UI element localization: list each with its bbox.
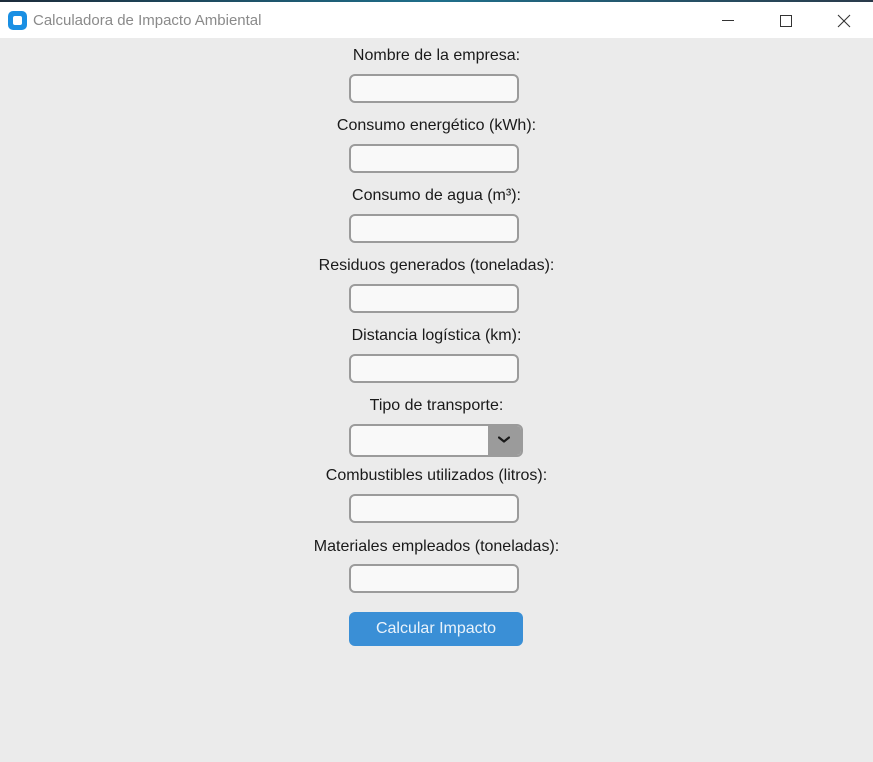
transport-dropdown-button[interactable] xyxy=(488,426,521,455)
energy-consumption-input[interactable] xyxy=(349,144,519,173)
fuel-used-label: Combustibles utilizados (litros): xyxy=(325,467,548,484)
company-name-input[interactable] xyxy=(349,74,519,103)
company-name-label: Nombre de la empresa: xyxy=(352,47,521,64)
chevron-down-icon xyxy=(498,436,510,443)
app-window: Calculadora de Impacto Ambiental Nombre … xyxy=(0,0,873,762)
minimize-icon xyxy=(722,20,734,21)
logistics-distance-label: Distancia logística (km): xyxy=(351,327,522,344)
maximize-button[interactable] xyxy=(756,4,814,38)
title-bar[interactable]: Calculadora de Impacto Ambiental xyxy=(0,2,873,38)
water-consumption-input[interactable] xyxy=(349,214,519,243)
app-icon xyxy=(8,11,27,30)
logistics-distance-input[interactable] xyxy=(349,354,519,383)
water-consumption-label: Consumo de agua (m³): xyxy=(352,187,521,204)
close-button[interactable] xyxy=(815,4,873,38)
transport-type-label: Tipo de transporte: xyxy=(369,397,504,414)
calculate-impact-button[interactable]: Calcular Impacto xyxy=(349,612,523,646)
minimize-button[interactable] xyxy=(698,4,756,38)
energy-consumption-label: Consumo energético (kWh): xyxy=(336,117,537,134)
fuel-used-input[interactable] xyxy=(349,494,519,523)
materials-used-label: Materiales empleados (toneladas): xyxy=(313,538,560,555)
window-title: Calculadora de Impacto Ambiental xyxy=(33,12,262,29)
close-icon xyxy=(837,14,851,28)
materials-used-input[interactable] xyxy=(349,564,519,593)
maximize-icon xyxy=(780,15,792,27)
waste-generated-label: Residuos generados (toneladas): xyxy=(318,257,555,274)
waste-generated-input[interactable] xyxy=(349,284,519,313)
transport-type-select[interactable] xyxy=(349,424,523,457)
form-panel: Nombre de la empresa: Consumo energético… xyxy=(0,38,873,762)
